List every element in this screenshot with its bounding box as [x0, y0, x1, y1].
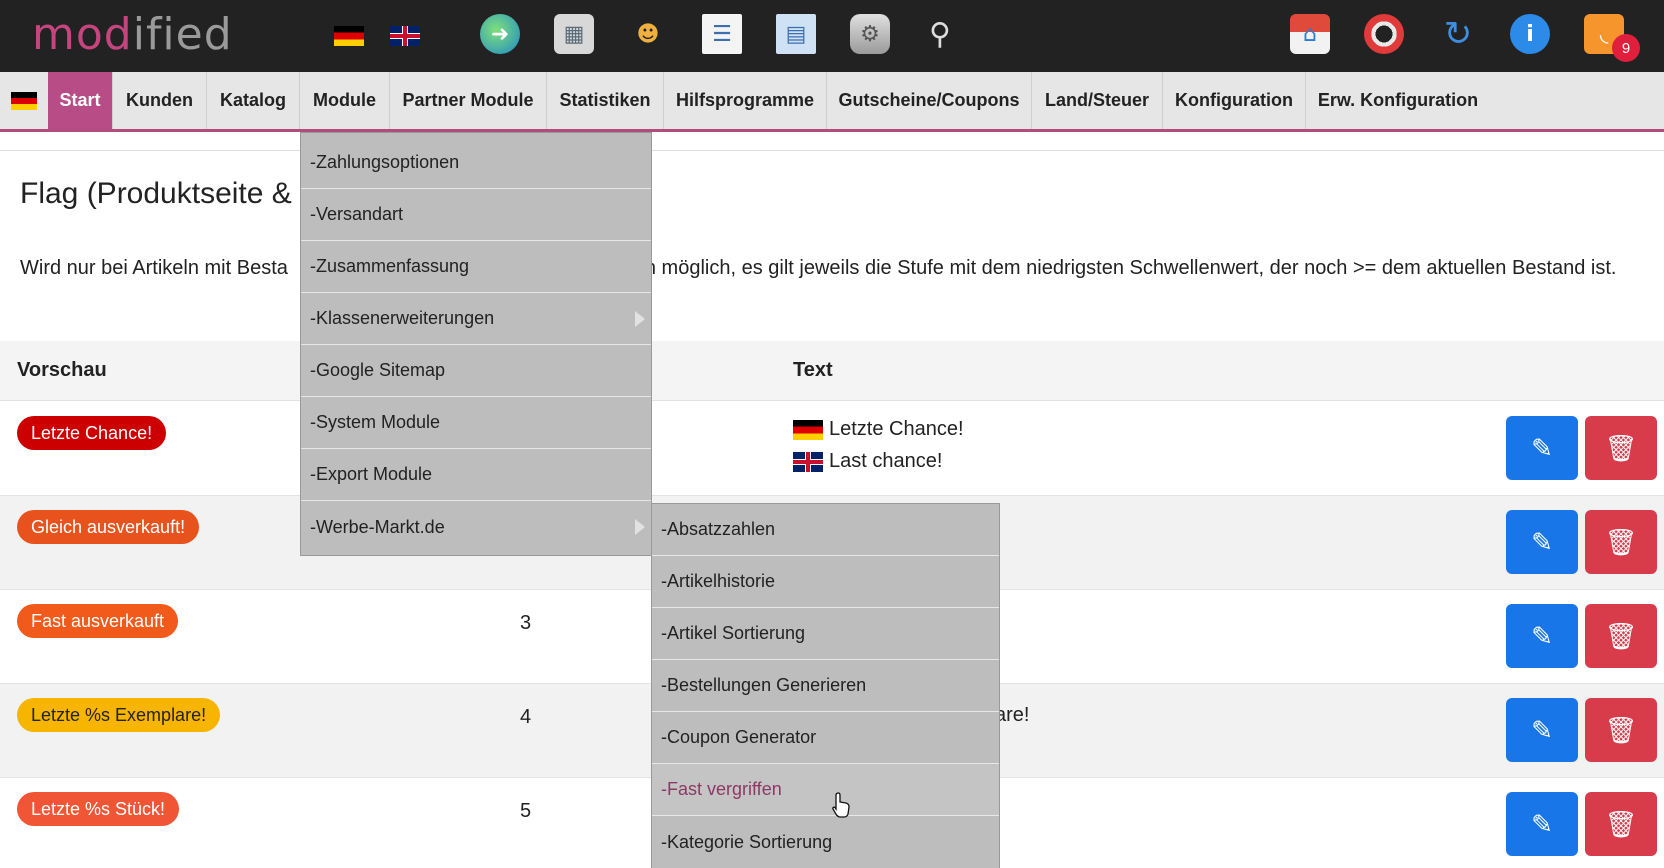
shop-icon[interactable]: ⌂	[1290, 14, 1330, 54]
nav-statistiken[interactable]: Statistiken	[547, 72, 664, 129]
edit-icon: ✎	[1531, 432, 1553, 463]
edit-icon: ✎	[1531, 808, 1553, 839]
submenu-arrow-icon	[635, 519, 645, 535]
menu-item-klassenerweiterungen[interactable]: -Klassenerweiterungen	[301, 293, 651, 345]
text-en: Last chance!	[793, 450, 942, 473]
werbe-markt-submenu: -Absatzzahlen -Artikelhistorie -Artikel …	[651, 503, 1000, 868]
english-flag-icon	[793, 451, 823, 472]
submenu-item-absatzzahlen[interactable]: -Absatzzahlen	[652, 504, 999, 556]
submenu-item-kategorie-sortierung[interactable]: -Kategorie Sortierung	[652, 816, 999, 868]
german-flag-icon[interactable]	[334, 26, 364, 46]
refresh-icon[interactable]: ↻	[1438, 14, 1478, 54]
customers-icon[interactable]: ☻	[628, 14, 668, 54]
menu-item-google-sitemap[interactable]: -Google Sitemap	[301, 345, 651, 397]
edit-icon: ✎	[1531, 714, 1553, 745]
menu-item-werbe-markt[interactable]: -Werbe-Markt.de	[301, 501, 651, 553]
german-flag-icon	[11, 91, 37, 110]
module-dropdown-menu: -Zahlungsoptionen -Versandart -Zusammenf…	[300, 132, 652, 556]
logo[interactable]: modified	[32, 10, 233, 60]
nav-erw-konfiguration[interactable]: Erw. Konfiguration	[1306, 72, 1490, 129]
orders-icon[interactable]: ▤	[776, 14, 816, 54]
nav-katalog[interactable]: Katalog	[207, 72, 300, 129]
menu-item-system-module[interactable]: -System Module	[301, 397, 651, 449]
cart-icon[interactable]: ▦	[554, 14, 594, 54]
flag-preview-pill: Letzte %s Exemplare!	[17, 698, 221, 732]
submenu-item-artikelhistorie[interactable]: -Artikelhistorie	[652, 556, 999, 608]
edit-button[interactable]: ✎	[1506, 510, 1578, 574]
delete-button[interactable]: 🗑	[1585, 792, 1657, 856]
info-icon[interactable]: i	[1510, 14, 1550, 54]
menu-item-versandart[interactable]: -Versandart	[301, 189, 651, 241]
column-header-text: Text	[793, 359, 833, 381]
english-flag-icon[interactable]	[390, 26, 420, 46]
delete-button[interactable]: 🗑	[1585, 510, 1657, 574]
hand-cursor-icon	[832, 792, 850, 818]
trash-icon: 🗑	[1604, 620, 1638, 651]
threshold-value: 4	[520, 706, 532, 728]
edit-button[interactable]: ✎	[1506, 698, 1578, 762]
delete-button[interactable]: 🗑	[1585, 698, 1657, 762]
submenu-item-coupon-generator[interactable]: -Coupon Generator	[652, 712, 999, 764]
edit-icon: ✎	[1531, 526, 1553, 557]
page-description: Wird nur bei Artikeln mit Besta n möglich…	[20, 257, 1617, 279]
catalog-icon[interactable]: ☰	[702, 14, 742, 54]
edit-button[interactable]: ✎	[1506, 604, 1578, 668]
nav-language-flag[interactable]	[0, 72, 48, 129]
menu-item-zusammenfassung[interactable]: -Zusammenfassung	[301, 241, 651, 293]
table-header: Vorschau Text	[0, 341, 1664, 401]
threshold-value: 5	[520, 800, 532, 822]
flag-preview-pill: Fast ausverkauft	[17, 604, 179, 638]
column-header-preview: Vorschau	[17, 359, 107, 381]
text-de: Letzte Chance!	[793, 418, 964, 441]
flag-preview-pill: Letzte Chance!	[17, 416, 167, 450]
german-flag-icon	[793, 419, 823, 440]
edit-icon: ✎	[1531, 620, 1553, 651]
delete-button[interactable]: 🗑	[1585, 416, 1657, 480]
notification-badge: 9	[1612, 34, 1640, 62]
nav-module[interactable]: Module	[300, 72, 390, 129]
support-icon[interactable]	[1364, 14, 1404, 54]
nav-land-steuer[interactable]: Land/Steuer	[1032, 72, 1163, 129]
submenu-item-artikel-sortierung[interactable]: -Artikel Sortierung	[652, 608, 999, 660]
nav-partner-module[interactable]: Partner Module	[390, 72, 547, 129]
nav-kunden[interactable]: Kunden	[113, 72, 207, 129]
submenu-arrow-icon	[635, 311, 645, 327]
flag-preview-pill: Gleich ausverkauft!	[17, 510, 200, 544]
nav-hilfsprogramme[interactable]: Hilfsprogramme	[664, 72, 827, 129]
database-icon[interactable]: ⚙	[850, 14, 890, 54]
submenu-item-fast-vergriffen[interactable]: -Fast vergriffen	[652, 764, 999, 816]
menu-item-zahlungsoptionen[interactable]: -Zahlungsoptionen	[301, 137, 651, 189]
search-icon[interactable]: ⚲	[920, 14, 960, 54]
trash-icon: 🗑	[1604, 714, 1638, 745]
submenu-item-bestellungen-generieren[interactable]: -Bestellungen Generieren	[652, 660, 999, 712]
nav-konfiguration[interactable]: Konfiguration	[1163, 72, 1306, 129]
table-row: Letzte Chance! Letzte Chance! Last chanc…	[0, 402, 1664, 496]
menu-item-export-module[interactable]: -Export Module	[301, 449, 651, 501]
nav-gutscheine[interactable]: Gutscheine/Coupons	[827, 72, 1032, 129]
globe-icon[interactable]: ➜	[480, 14, 520, 54]
trash-icon: 🗑	[1604, 526, 1638, 557]
nav-start[interactable]: Start	[48, 72, 113, 129]
edit-button[interactable]: ✎	[1506, 416, 1578, 480]
page-title: Flag (Produktseite &	[20, 177, 292, 210]
top-bar: modified ➜ ▦ ☻ ☰ ▤ ⚙ ⚲ ⌂ ↻ i ◟ 9	[0, 0, 1664, 72]
trash-icon: 🗑	[1604, 808, 1638, 839]
edit-button[interactable]: ✎	[1506, 792, 1578, 856]
trash-icon: 🗑	[1604, 432, 1638, 463]
threshold-value: 3	[520, 612, 532, 634]
main-nav: Start Kunden Katalog Module Partner Modu…	[0, 72, 1664, 132]
flag-preview-pill: Letzte %s Stück!	[17, 792, 180, 826]
delete-button[interactable]: 🗑	[1585, 604, 1657, 668]
text-cell: are!	[995, 704, 1030, 726]
